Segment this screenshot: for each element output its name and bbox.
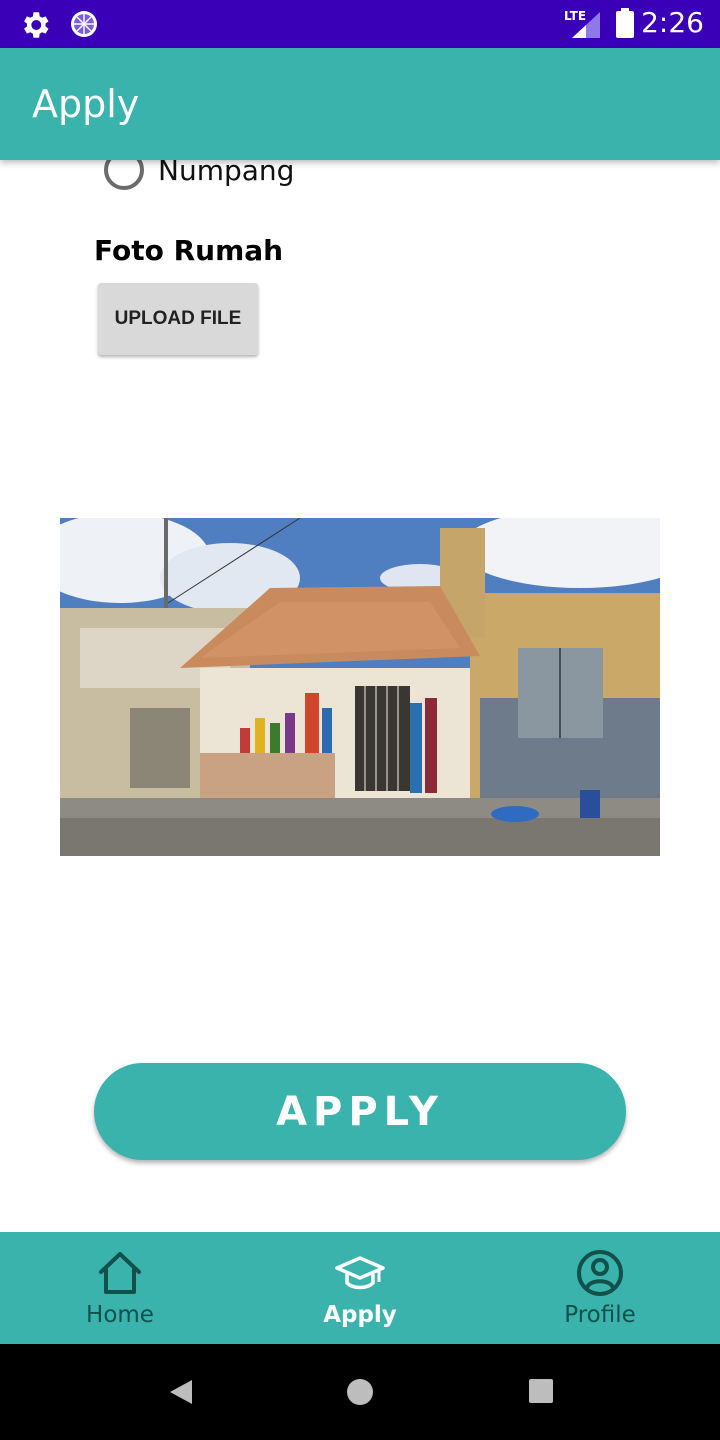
system-navigation-bar (0, 1344, 720, 1440)
status-bar: LTE 2:26 (0, 0, 720, 48)
graduation-cap-icon (335, 1248, 385, 1298)
settings-icon (18, 8, 52, 47)
nav-item-apply[interactable]: Apply (240, 1232, 480, 1344)
nav-label: Apply (323, 1302, 397, 1328)
photo-section-label: Foto Rumah (94, 234, 284, 267)
back-icon[interactable] (168, 1378, 194, 1411)
apply-submit-button[interactable]: APPLY (94, 1063, 626, 1160)
bottom-navigation: Home Apply Profile (0, 1232, 720, 1344)
home-icon (95, 1248, 145, 1298)
clock: 2:26 (641, 6, 704, 39)
profile-icon (575, 1248, 625, 1298)
house-photo (60, 518, 660, 856)
lte-signal-icon: LTE (564, 8, 602, 45)
sync-icon (68, 8, 100, 45)
nav-item-home[interactable]: Home (0, 1232, 240, 1344)
network-label: LTE (564, 9, 586, 23)
recents-icon[interactable] (528, 1378, 554, 1409)
nav-label: Home (86, 1302, 154, 1328)
nav-item-profile[interactable]: Profile (480, 1232, 720, 1344)
upload-file-button[interactable]: UPLOAD FILE (98, 283, 258, 355)
app-bar: Apply (0, 48, 720, 160)
nav-label: Profile (564, 1302, 636, 1328)
battery-icon (616, 8, 634, 43)
page-title: Apply (32, 82, 140, 126)
home-circle-icon[interactable] (346, 1378, 374, 1411)
